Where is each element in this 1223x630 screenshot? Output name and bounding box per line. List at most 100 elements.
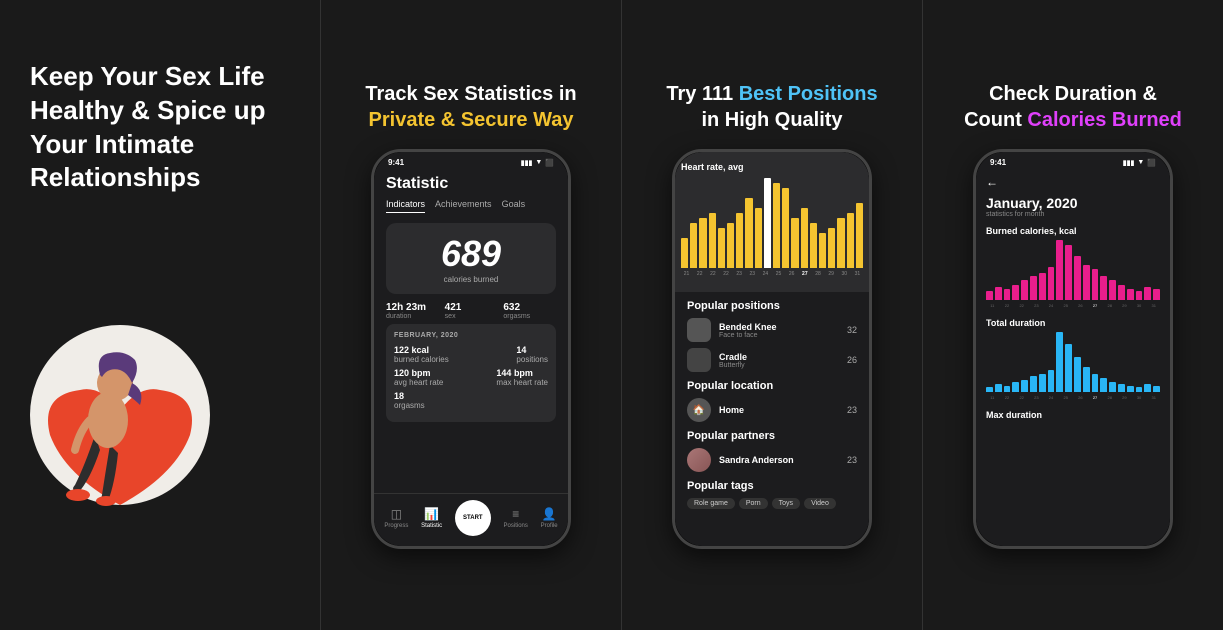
blue-bar-2 (1004, 386, 1011, 392)
pink-bar-9 (1065, 245, 1072, 300)
panel-4: Check Duration & Count Calories Burned 9… (922, 0, 1223, 630)
bar-19 (856, 203, 863, 268)
stats-tab-goals[interactable]: Goals (502, 199, 526, 213)
bottom-bar-progress[interactable]: ◫ Progress (384, 507, 408, 529)
position-avatar-2 (687, 348, 711, 372)
duration-screen: ← January, 2020 statistics for month Bur… (976, 167, 1170, 438)
pink-bar-3 (1012, 285, 1019, 300)
pink-bar-13 (1100, 276, 1107, 300)
progress-icon: ◫ (391, 507, 402, 521)
stats-monthly-section: FEBRUARY, 2020 122 kcal burned calories … (386, 324, 556, 422)
blue-bar-10 (1074, 357, 1081, 392)
blue-bar-6 (1039, 374, 1046, 392)
pink-bar-17 (1136, 291, 1143, 300)
bottom-bar-statistic[interactable]: 📊 Statistic (421, 507, 442, 529)
blue-bar-3 (1012, 382, 1019, 392)
tag-video: Video (804, 498, 836, 509)
stats-big-number-card: 689 calories burned (386, 223, 556, 294)
blue-bar-15 (1118, 384, 1125, 392)
panel1-illustration (20, 235, 220, 525)
blue-bar-4 (1021, 380, 1028, 392)
positions-screen: Heart rate, avg 212222 222323 242526 27 … (675, 152, 869, 525)
bar-1 (690, 223, 697, 268)
bar-9 (764, 178, 771, 268)
pink-bar-15 (1118, 285, 1125, 300)
calories-title: Burned calories, kcal (986, 226, 1160, 236)
statistic-icon: 📊 (424, 507, 439, 521)
pink-bar-7 (1048, 267, 1055, 300)
bar-18 (847, 213, 854, 268)
bar-2 (699, 218, 706, 268)
phone-4: 9:41 ▮▮▮ ▼ ⬛ ← January, 2020 statistics … (973, 149, 1173, 549)
panel1-headline: Keep Your Sex Life Healthy & Spice up Yo… (30, 60, 266, 195)
phone-2-status: 9:41 ▮▮▮ ▼ ⬛ (374, 152, 568, 167)
bottom-bar-positions[interactable]: ≡ Positions (504, 507, 528, 529)
month-sub: statistics for month (986, 211, 1160, 218)
panel-1: Keep Your Sex Life Healthy & Spice up Yo… (0, 0, 320, 630)
blue-bar-8 (1056, 332, 1063, 392)
bar-15 (819, 233, 826, 268)
stats-big-num: 689 (396, 233, 546, 275)
bar-7 (745, 198, 752, 268)
heart-rate-chart: Heart rate, avg 212222 222323 242526 27 … (675, 152, 869, 292)
stats-tabs: Indicators Achievements Goals (386, 199, 556, 213)
duration-chart (986, 332, 1160, 392)
stats-sex: 421 sex (445, 302, 498, 320)
bar-3 (709, 213, 716, 268)
bottom-bar-profile[interactable]: 👤 Profile (541, 507, 558, 529)
blue-bar-0 (986, 387, 993, 392)
location-icon: 🏠 (687, 398, 711, 422)
blue-bar-9 (1065, 344, 1072, 392)
blue-bar-1 (995, 384, 1002, 392)
pink-bar-19 (1153, 289, 1160, 300)
panel-2: Track Sex Statistics in Private & Secure… (320, 0, 621, 630)
tag-role-game: Role game (687, 498, 735, 509)
month-title: January, 2020 (986, 195, 1160, 211)
pink-bar-11 (1083, 265, 1090, 300)
start-button[interactable]: START (455, 500, 491, 536)
max-duration-title: Max duration (986, 410, 1160, 420)
phone-2: 9:41 ▮▮▮ ▼ ⬛ Statistic Indicators Achiev… (371, 149, 571, 549)
stats-big-label: calories burned (396, 275, 546, 284)
stats-orgasms: 632 orgasms (503, 302, 556, 320)
chart-x-labels: 212222 222323 242526 27 2829 3031 (681, 271, 863, 277)
bar-8 (755, 208, 762, 268)
blue-bar-7 (1048, 370, 1055, 392)
max-duration-section: Max duration (986, 410, 1160, 420)
bar-14 (810, 223, 817, 268)
bottom-bar-start[interactable]: START (455, 500, 491, 536)
tag-toys: Toys (772, 498, 800, 509)
position-item-1: Bended Knee Face to face 32 (687, 318, 857, 342)
pink-bar-12 (1092, 269, 1099, 300)
panel-3: Try 111 Best Positions in High Quality H… (621, 0, 922, 630)
back-arrow[interactable]: ← (986, 175, 1160, 189)
positions-list: Popular positions Bended Knee Face to fa… (675, 292, 869, 525)
stats-summary-row: 12h 23m duration 421 sex 632 orgasms (386, 302, 556, 320)
pink-bar-18 (1144, 287, 1151, 300)
pink-bar-1 (995, 287, 1002, 300)
blue-bar-11 (1083, 367, 1090, 392)
bar-5 (727, 223, 734, 268)
pink-bar-6 (1039, 273, 1046, 300)
stats-tab-achievements[interactable]: Achievements (435, 199, 492, 213)
phone-3: Heart rate, avg 212222 222323 242526 27 … (672, 149, 872, 549)
blue-bar-12 (1092, 374, 1099, 392)
bar-4 (718, 228, 725, 268)
pink-bar-10 (1074, 256, 1081, 300)
blue-bar-16 (1127, 386, 1134, 392)
blue-bar-14 (1109, 382, 1116, 392)
stats-tab-indicators[interactable]: Indicators (386, 199, 425, 213)
phone-3-screen: Heart rate, avg 212222 222323 242526 27 … (675, 152, 869, 546)
partner-item: Sandra Anderson 23 (687, 448, 857, 472)
stats-title: Statistic (386, 175, 556, 193)
stats-screen: Statistic Indicators Achievements Goals … (374, 167, 568, 436)
blue-bar-18 (1144, 384, 1151, 392)
partner-avatar (687, 448, 711, 472)
phone-4-status: 9:41 ▮▮▮ ▼ ⬛ (976, 152, 1170, 167)
calories-section: Burned calories, kcal 112222 232425 2627… (986, 226, 1160, 308)
bar-11 (782, 188, 789, 268)
tags-row: Role game Porn Toys Video (687, 498, 857, 509)
location-item: 🏠 Home 23 (687, 398, 857, 422)
bar-10 (773, 183, 780, 268)
calories-chart (986, 240, 1160, 300)
